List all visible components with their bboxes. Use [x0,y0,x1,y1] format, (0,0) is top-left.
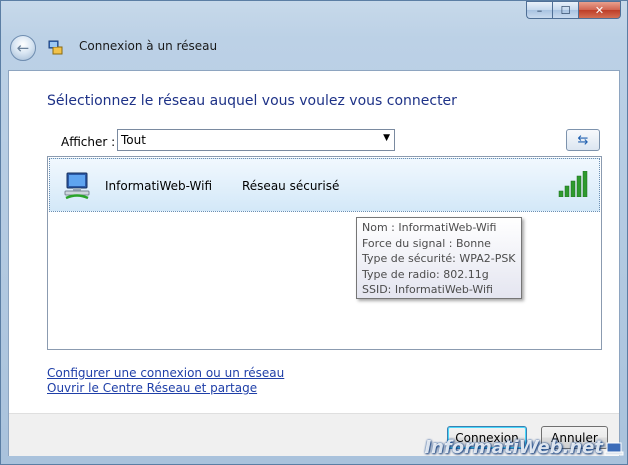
minimize-button[interactable]: – [526,1,552,19]
filter-value: Tout [121,133,146,147]
dialog-window: – ☐ ✕ ← Connexion à un réseau Sélectionn… [0,0,628,465]
caption-buttons: – ☐ ✕ [526,1,621,19]
cancel-button[interactable]: Annuler [541,426,608,449]
tooltip-radio-type: Type de radio: 802.11g [362,267,489,281]
signal-bar [576,175,582,197]
signal-bar [570,180,576,197]
refresh-icon: ⇆ [577,132,589,148]
laptop-icon [604,442,624,456]
tooltip-name: Nom : InformatiWeb-Wifi [362,221,497,234]
network-tooltip: Nom : InformatiWeb-Wifi Force du signal … [356,217,522,299]
tooltip-security-type: Type de sécurité: WPA2-PSK [362,252,516,265]
network-icon [48,40,63,55]
signal-bar [564,185,570,197]
connect-button[interactable]: Connexion [447,426,527,449]
tooltip-ssid: SSID: InformatiWeb-Wifi [362,283,493,296]
setup-connection-link[interactable]: Configurer une connexion ou un réseau [47,366,284,380]
close-button[interactable]: ✕ [578,1,621,19]
button-bar: Connexion Annuler [9,413,619,456]
network-name: InformatiWeb-Wifi [105,179,213,193]
signal-bar [558,190,564,197]
filter-dropdown[interactable]: Tout ▼ [117,129,395,151]
back-button[interactable]: ← [10,35,36,61]
signal-strength-icon [558,171,588,197]
tooltip-signal: Force du signal : Bonne [362,236,491,250]
network-security: Réseau sécurisé [242,179,340,193]
filter-label: Afficher : [61,135,116,149]
back-arrow-icon: ← [16,39,30,57]
signal-bar [582,171,588,197]
network-list-item[interactable]: InformatiWeb-Wifi Réseau sécurisé [49,158,600,212]
refresh-button[interactable]: ⇆ [566,129,600,151]
page-heading: Sélectionnez le réseau auquel vous voule… [47,93,457,109]
maximize-button[interactable]: ☐ [552,1,578,19]
dropdown-arrow-icon: ▼ [383,133,390,143]
content-panel: Sélectionnez le réseau auquel vous voule… [8,70,620,456]
network-center-link[interactable]: Ouvrir le Centre Réseau et partage [47,381,257,395]
wireless-network-icon [64,172,90,200]
window-title: Connexion à un réseau [79,39,218,53]
